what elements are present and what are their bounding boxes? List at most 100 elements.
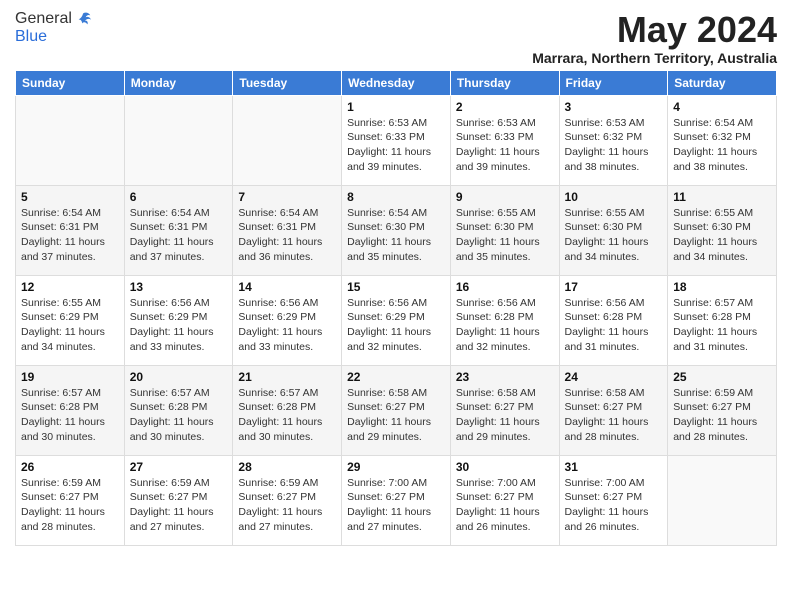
day-cell: 28 Sunrise: 6:59 AMSunset: 6:27 PMDayligh… bbox=[233, 455, 342, 545]
day-info: Sunrise: 6:53 AMSunset: 6:32 PMDaylight:… bbox=[565, 116, 663, 175]
week-row-2: 5 Sunrise: 6:54 AMSunset: 6:31 PMDaylight… bbox=[16, 185, 777, 275]
logo-blue-text: Blue bbox=[15, 28, 47, 45]
day-cell: 26Sunrise: 6:59 AMSunset: 6:27 PMDayligh… bbox=[16, 455, 125, 545]
day-cell bbox=[668, 455, 777, 545]
day-info: Sunrise: 6:53 AMSunset: 6:33 PMDaylight:… bbox=[347, 116, 445, 175]
day-info: Sunrise: 6:54 AMSunset: 6:32 PMDaylight:… bbox=[673, 116, 771, 175]
day-info: Sunrise: 6:54 AMSunset: 6:31 PMDaylight:… bbox=[21, 206, 119, 265]
day-info: Sunrise: 6:58 AMSunset: 6:27 PMDaylight:… bbox=[347, 386, 445, 445]
day-number: 29 bbox=[347, 460, 445, 474]
day-cell: 9 Sunrise: 6:55 AMSunset: 6:30 PMDaylight… bbox=[450, 185, 559, 275]
day-cell: 30Sunrise: 7:00 AMSunset: 6:27 PMDayligh… bbox=[450, 455, 559, 545]
day-number: 10 bbox=[565, 190, 663, 204]
day-info: Sunrise: 6:59 AMSunset: 6:27 PMDaylight:… bbox=[673, 386, 771, 445]
day-cell: 23Sunrise: 6:58 AMSunset: 6:27 PMDayligh… bbox=[450, 365, 559, 455]
day-number: 26 bbox=[21, 460, 119, 474]
day-cell: 17 Sunrise: 6:56 AMSunset: 6:28 PMDayligh… bbox=[559, 275, 668, 365]
day-info: Sunrise: 6:57 AMSunset: 6:28 PMDaylight:… bbox=[673, 296, 771, 355]
day-info: Sunrise: 6:56 AMSunset: 6:29 PMDaylight:… bbox=[238, 296, 336, 355]
day-info: Sunrise: 7:00 AMSunset: 6:27 PMDaylight:… bbox=[347, 476, 445, 535]
day-number: 7 bbox=[238, 190, 336, 204]
day-cell: 19 Sunrise: 6:57 AMSunset: 6:28 PMDayligh… bbox=[16, 365, 125, 455]
day-info: Sunrise: 6:55 AMSunset: 6:30 PMDaylight:… bbox=[456, 206, 554, 265]
week-row-4: 19 Sunrise: 6:57 AMSunset: 6:28 PMDayligh… bbox=[16, 365, 777, 455]
day-cell: 2 Sunrise: 6:53 AMSunset: 6:33 PMDaylight… bbox=[450, 95, 559, 185]
day-cell: 1 Sunrise: 6:53 AMSunset: 6:33 PMDaylight… bbox=[342, 95, 451, 185]
day-cell bbox=[124, 95, 233, 185]
day-number: 23 bbox=[456, 370, 554, 384]
day-number: 4 bbox=[673, 100, 771, 114]
day-header-thursday: Thursday bbox=[450, 70, 559, 95]
day-cell: 29 Sunrise: 7:00 AMSunset: 6:27 PMDayligh… bbox=[342, 455, 451, 545]
day-cell: 20Sunrise: 6:57 AMSunset: 6:28 PMDayligh… bbox=[124, 365, 233, 455]
day-number: 5 bbox=[21, 190, 119, 204]
day-info: Sunrise: 6:59 AMSunset: 6:27 PMDaylight:… bbox=[238, 476, 336, 535]
day-number: 27 bbox=[130, 460, 228, 474]
day-number: 14 bbox=[238, 280, 336, 294]
day-cell: 4 Sunrise: 6:54 AMSunset: 6:32 PMDaylight… bbox=[668, 95, 777, 185]
day-header-tuesday: Tuesday bbox=[233, 70, 342, 95]
day-number: 24 bbox=[565, 370, 663, 384]
day-info: Sunrise: 6:58 AMSunset: 6:27 PMDaylight:… bbox=[565, 386, 663, 445]
day-number: 17 bbox=[565, 280, 663, 294]
day-info: Sunrise: 6:54 AMSunset: 6:30 PMDaylight:… bbox=[347, 206, 445, 265]
week-row-5: 26 Sunrise: 6:59 AMSunset: 6:27 PMDayligh… bbox=[16, 455, 777, 545]
logo-general-text: General bbox=[15, 10, 72, 28]
day-header-saturday: Saturday bbox=[668, 70, 777, 95]
day-cell: 13Sunrise: 6:56 AMSunset: 6:29 PMDayligh… bbox=[124, 275, 233, 365]
day-header-friday: Friday bbox=[559, 70, 668, 95]
day-number: 18 bbox=[673, 280, 771, 294]
day-number: 9 bbox=[456, 190, 554, 204]
day-info: Sunrise: 7:00 AMSunset: 6:27 PMDaylight:… bbox=[565, 476, 663, 535]
logo: General Blue bbox=[15, 10, 92, 46]
day-info: Sunrise: 6:56 AMSunset: 6:29 PMDaylight:… bbox=[130, 296, 228, 355]
day-number: 31 bbox=[565, 460, 663, 474]
day-cell: 6 Sunrise: 6:54 AMSunset: 6:31 PMDaylight… bbox=[124, 185, 233, 275]
day-number: 8 bbox=[347, 190, 445, 204]
week-row-3: 12Sunrise: 6:55 AMSunset: 6:29 PMDayligh… bbox=[16, 275, 777, 365]
title-block: May 2024 Marrara, Northern Territory, Au… bbox=[532, 10, 777, 66]
day-info: Sunrise: 6:57 AMSunset: 6:28 PMDaylight:… bbox=[238, 386, 336, 445]
day-cell: 8 Sunrise: 6:54 AMSunset: 6:30 PMDaylight… bbox=[342, 185, 451, 275]
day-info: Sunrise: 6:54 AMSunset: 6:31 PMDaylight:… bbox=[130, 206, 228, 265]
day-info: Sunrise: 6:56 AMSunset: 6:28 PMDaylight:… bbox=[456, 296, 554, 355]
day-cell: 10Sunrise: 6:55 AMSunset: 6:30 PMDayligh… bbox=[559, 185, 668, 275]
day-cell: 24 Sunrise: 6:58 AMSunset: 6:27 PMDayligh… bbox=[559, 365, 668, 455]
day-cell: 5 Sunrise: 6:54 AMSunset: 6:31 PMDaylight… bbox=[16, 185, 125, 275]
day-cell bbox=[233, 95, 342, 185]
day-number: 25 bbox=[673, 370, 771, 384]
day-info: Sunrise: 6:55 AMSunset: 6:29 PMDaylight:… bbox=[21, 296, 119, 355]
day-cell: 7 Sunrise: 6:54 AMSunset: 6:31 PMDaylight… bbox=[233, 185, 342, 275]
day-cell: 21 Sunrise: 6:57 AMSunset: 6:28 PMDayligh… bbox=[233, 365, 342, 455]
page-header: General Blue May 2024 Marrara, Northern … bbox=[15, 10, 777, 66]
day-header-monday: Monday bbox=[124, 70, 233, 95]
day-cell: 3Sunrise: 6:53 AMSunset: 6:32 PMDaylight… bbox=[559, 95, 668, 185]
day-number: 22 bbox=[347, 370, 445, 384]
day-number: 1 bbox=[347, 100, 445, 114]
day-number: 20 bbox=[130, 370, 228, 384]
day-cell: 22 Sunrise: 6:58 AMSunset: 6:27 PMDayligh… bbox=[342, 365, 451, 455]
header-row: SundayMondayTuesdayWednesdayThursdayFrid… bbox=[16, 70, 777, 95]
day-info: Sunrise: 6:54 AMSunset: 6:31 PMDaylight:… bbox=[238, 206, 336, 265]
day-info: Sunrise: 6:53 AMSunset: 6:33 PMDaylight:… bbox=[456, 116, 554, 175]
day-number: 6 bbox=[130, 190, 228, 204]
day-info: Sunrise: 6:56 AMSunset: 6:28 PMDaylight:… bbox=[565, 296, 663, 355]
day-cell: 11Sunrise: 6:55 AMSunset: 6:30 PMDayligh… bbox=[668, 185, 777, 275]
day-header-wednesday: Wednesday bbox=[342, 70, 451, 95]
day-number: 19 bbox=[21, 370, 119, 384]
day-info: Sunrise: 6:57 AMSunset: 6:28 PMDaylight:… bbox=[21, 386, 119, 445]
day-number: 15 bbox=[347, 280, 445, 294]
day-cell bbox=[16, 95, 125, 185]
day-cell: 27Sunrise: 6:59 AMSunset: 6:27 PMDayligh… bbox=[124, 455, 233, 545]
day-cell: 25 Sunrise: 6:59 AMSunset: 6:27 PMDayligh… bbox=[668, 365, 777, 455]
calendar-table: SundayMondayTuesdayWednesdayThursdayFrid… bbox=[15, 70, 777, 546]
day-cell: 18 Sunrise: 6:57 AMSunset: 6:28 PMDayligh… bbox=[668, 275, 777, 365]
month-title: May 2024 bbox=[532, 10, 777, 50]
day-number: 28 bbox=[238, 460, 336, 474]
day-number: 2 bbox=[456, 100, 554, 114]
day-cell: 31 Sunrise: 7:00 AMSunset: 6:27 PMDayligh… bbox=[559, 455, 668, 545]
day-number: 11 bbox=[673, 190, 771, 204]
day-number: 21 bbox=[238, 370, 336, 384]
day-cell: 16Sunrise: 6:56 AMSunset: 6:28 PMDayligh… bbox=[450, 275, 559, 365]
location-subtitle: Marrara, Northern Territory, Australia bbox=[532, 50, 777, 66]
